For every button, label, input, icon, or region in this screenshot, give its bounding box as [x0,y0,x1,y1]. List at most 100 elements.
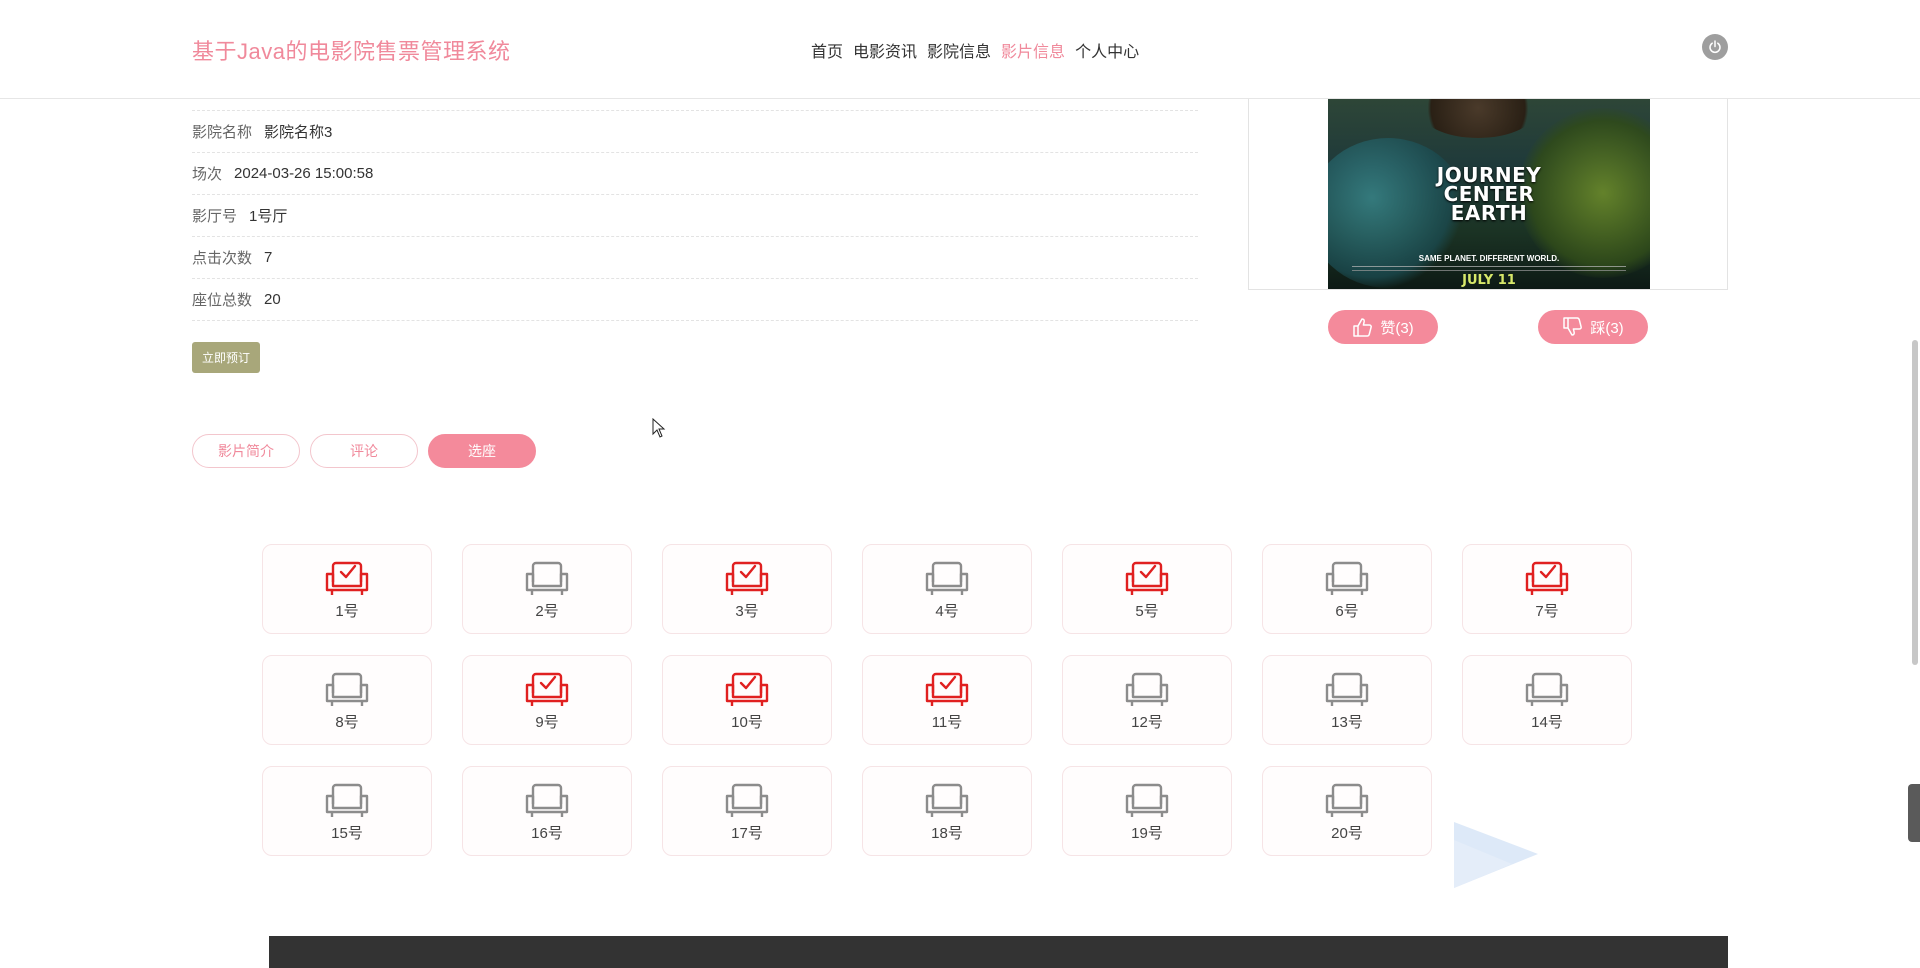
poster-rock-shape [1418,98,1538,138]
seat-number-label: 17号 [731,824,763,842]
info-label: 座位总数 [192,292,253,309]
play-watermark-icon [1454,822,1538,888]
seat-17[interactable]: 17号 [662,766,832,856]
poster-title: JOURNEY CENTER EARTH [1328,165,1650,225]
seat-number-label: 7号 [1535,602,1559,620]
seat-number-label: 20号 [1331,824,1363,842]
seat-number-label: 13号 [1331,713,1363,731]
seat-9[interactable]: 9号 [462,655,632,745]
info-row-cinema-name: 影院名称 影院名称3 [192,110,1198,152]
seat-available-icon [1525,672,1569,706]
seat-7[interactable]: 7号 [1462,544,1632,634]
showtime-info: 影院名称 影院名称3 场次 2024-03-26 15:00:58 影厅号 1号… [192,110,1198,321]
poster-credits-block [1352,266,1626,271]
info-value: 2024-03-26 15:00:58 [234,165,374,182]
seat-booked-icon [725,672,769,706]
seat-number-label: 8号 [335,713,359,731]
seat-booked-icon [325,561,369,595]
seat-booked-icon [1525,561,1569,595]
seat-number-label: 3号 [735,602,759,620]
info-value: 7 [264,249,273,266]
seat-11[interactable]: 11号 [862,655,1032,745]
info-label: 影厅号 [192,208,238,225]
seat-15[interactable]: 15号 [262,766,432,856]
seat-available-icon [325,783,369,817]
tab-seat-selection[interactable]: 选座 [428,434,536,468]
logout-button[interactable] [1702,34,1728,60]
mouse-cursor-icon [652,418,666,438]
seat-16[interactable]: 16号 [462,766,632,856]
seat-available-icon [1325,783,1369,817]
seat-6[interactable]: 6号 [1262,544,1432,634]
seat-13[interactable]: 13号 [1262,655,1432,745]
seat-18[interactable]: 18号 [862,766,1032,856]
seat-number-label: 9号 [535,713,559,731]
seat-12[interactable]: 12号 [1062,655,1232,745]
seat-number-label: 14号 [1531,713,1563,731]
seat-booked-icon [525,672,569,706]
seat-10[interactable]: 10号 [662,655,832,745]
side-floating-widget[interactable] [1908,784,1920,842]
seat-number-label: 5号 [1135,602,1159,620]
seat-available-icon [525,561,569,595]
like-count-label: 赞(3) [1380,319,1414,337]
info-row-hall: 影厅号 1号厅 [192,194,1198,236]
poster-date: JULY 11 [1462,273,1516,288]
thumbs-down-icon [1563,317,1583,336]
power-icon [1709,40,1721,54]
seat-5[interactable]: 5号 [1062,544,1232,634]
page-scrollbar[interactable] [1912,340,1918,665]
seat-number-label: 10号 [731,713,763,731]
dislike-button[interactable]: 踩(3) [1538,310,1648,344]
seat-booked-icon [1125,561,1169,595]
seat-available-icon [1325,561,1369,595]
poster-title-line: EARTH [1450,201,1528,225]
footer-bar [269,936,1728,968]
info-value: 20 [264,291,281,308]
info-label: 影院名称 [192,124,253,141]
seat-number-label: 15号 [331,824,363,842]
seat-number-label: 2号 [535,602,559,620]
top-header: 基于Java的电影院售票管理系统 首页 电影资讯 影院信息 影片信息 个人中心 [0,0,1920,99]
seat-grid: 1号 2号 3号 4号 5号 6号 7号 8号 9号 10号 11号 12号 13号 14号 15号 16号 1… [262,544,1632,856]
info-row-clicks: 点击次数 7 [192,236,1198,278]
info-row-total-seats: 座位总数 20 [192,278,1198,321]
seat-available-icon [725,783,769,817]
seat-3[interactable]: 3号 [662,544,832,634]
movie-poster: JOURNEY CENTER EARTH SAME PLANET. DIFFER… [1328,98,1650,289]
seat-8[interactable]: 8号 [262,655,432,745]
seat-number-label: 6号 [1335,602,1359,620]
seat-4[interactable]: 4号 [862,544,1032,634]
tab-movie-intro[interactable]: 影片简介 [192,434,300,468]
dislike-count-label: 踩(3) [1590,319,1624,337]
tab-comments[interactable]: 评论 [310,434,418,468]
nav-cinema-info[interactable]: 影院信息 [927,38,991,62]
seat-available-icon [1125,672,1169,706]
seat-available-icon [1125,783,1169,817]
info-row-session: 场次 2024-03-26 15:00:58 [192,152,1198,194]
seat-booked-icon [925,672,969,706]
seat-14[interactable]: 14号 [1462,655,1632,745]
seat-available-icon [925,783,969,817]
poster-tagline: SAME PLANET. DIFFERENT WORLD. [1418,254,1560,263]
seat-2[interactable]: 2号 [462,544,632,634]
seat-19[interactable]: 19号 [1062,766,1232,856]
seat-booked-icon [725,561,769,595]
seat-available-icon [525,783,569,817]
seat-1[interactable]: 1号 [262,544,432,634]
thumbs-up-icon [1353,318,1373,337]
seat-number-label: 16号 [531,824,563,842]
seat-number-label: 1号 [335,602,359,620]
nav-movie-news[interactable]: 电影资讯 [853,38,917,62]
book-now-button[interactable]: 立即预订 [192,342,260,373]
seat-number-label: 12号 [1131,713,1163,731]
site-title[interactable]: 基于Java的电影院售票管理系统 [192,34,510,66]
nav-personal-center[interactable]: 个人中心 [1075,38,1139,62]
like-button[interactable]: 赞(3) [1328,310,1438,344]
seat-number-label: 19号 [1131,824,1163,842]
seat-20[interactable]: 20号 [1262,766,1432,856]
nav-movie-info[interactable]: 影片信息 [1001,38,1065,62]
nav-home[interactable]: 首页 [811,38,843,62]
info-value: 影院名称3 [264,124,333,141]
seat-available-icon [325,672,369,706]
